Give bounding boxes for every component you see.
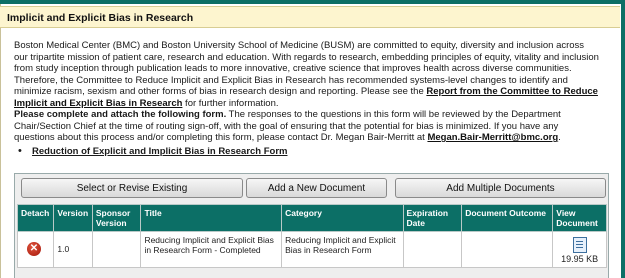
expiration-cell — [402, 231, 463, 268]
sponsor-version-cell — [91, 231, 142, 268]
detach-cell: ✕ — [16, 231, 55, 268]
file-size: 19.95 KB — [561, 254, 599, 264]
table-header-row: Detach Version Sponsor Version Title Cat… — [16, 204, 607, 232]
instructions-paragraph: Please complete and attach the following… — [14, 109, 600, 144]
add-document-button[interactable]: Add a New Document — [246, 178, 387, 198]
intro-tail: for further information. — [182, 97, 279, 109]
col-version: Version — [53, 204, 93, 232]
title-cell: Reducing Implicit and Explicit Bias in R… — [140, 231, 283, 268]
documents-grid: Select or Revise Existing Add a New Docu… — [14, 173, 609, 278]
right-accent-bar — [621, 0, 625, 278]
table-row: ✕ 1.0 Reducing Implicit and Explicit Bia… — [16, 231, 607, 268]
add-multiple-documents-button[interactable]: Add Multiple Documents — [395, 178, 606, 198]
select-revise-button[interactable]: Select or Revise Existing — [21, 178, 243, 198]
instructions-bold: Please complete and attach the following… — [14, 109, 227, 120]
remove-circle-icon[interactable]: ✕ — [27, 242, 41, 256]
col-category: Category — [281, 204, 404, 232]
contact-email-link[interactable]: Megan.Bair-Merritt@bmc.org — [427, 132, 558, 143]
form-link[interactable]: Reduction of Explicit and Implicit Bias … — [32, 146, 288, 157]
col-document-outcome: Document Outcome — [461, 204, 554, 232]
col-detach: Detach — [16, 204, 55, 232]
view-document-cell: 19.95 KB — [552, 231, 607, 268]
bullet-icon: • — [18, 145, 22, 157]
document-icon[interactable] — [572, 237, 587, 253]
documents-table: Detach Version Sponsor Version Title Cat… — [16, 204, 607, 268]
instructions-end: . — [558, 132, 561, 144]
col-title: Title — [140, 204, 283, 232]
col-view-document: View Document — [552, 204, 607, 232]
outcome-cell — [461, 231, 554, 268]
section-header: Implicit and Explicit Bias in Research — [0, 6, 620, 28]
version-cell: 1.0 — [53, 231, 93, 268]
col-sponsor-version: Sponsor Version — [91, 204, 142, 232]
category-cell: Reducing Implicit and Explicit Bias in R… — [281, 231, 404, 268]
intro-paragraph: Boston Medical Center (BMC) and Boston U… — [14, 40, 600, 110]
col-expiration-date: Expiration Date — [402, 204, 463, 232]
